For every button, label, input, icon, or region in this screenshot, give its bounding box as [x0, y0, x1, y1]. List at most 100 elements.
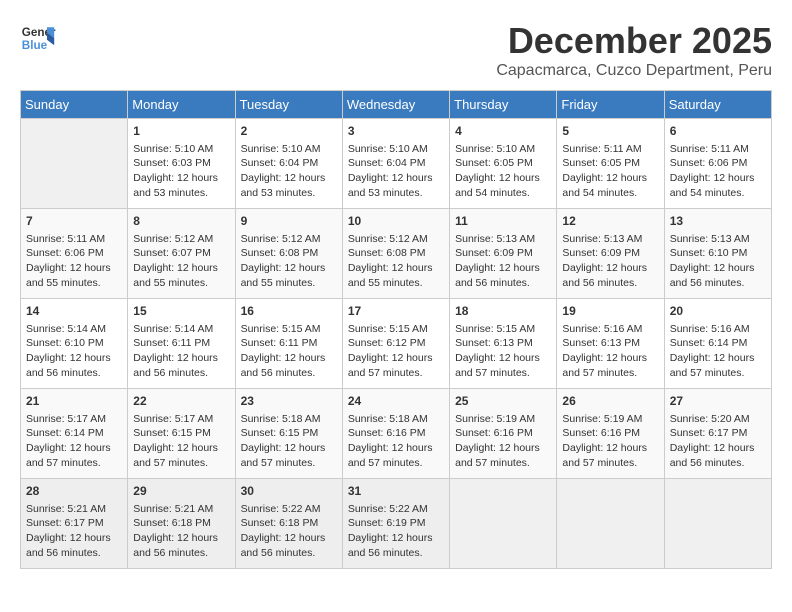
day-number: 7: [26, 213, 122, 230]
cell-content-line: Sunset: 6:14 PM: [670, 336, 766, 351]
cell-content-line: Sunrise: 5:20 AM: [670, 412, 766, 427]
day-number: 20: [670, 303, 766, 320]
cell-content-line: Daylight: 12 hours: [26, 261, 122, 276]
cell-content-line: Daylight: 12 hours: [26, 351, 122, 366]
cell-content-line: Sunrise: 5:22 AM: [348, 502, 444, 517]
day-header-tuesday: Tuesday: [235, 91, 342, 119]
cell-content-line: Sunset: 6:07 PM: [133, 246, 229, 261]
calendar-cell: 8Sunrise: 5:12 AMSunset: 6:07 PMDaylight…: [128, 209, 235, 299]
day-number: 24: [348, 393, 444, 410]
cell-content-line: and 55 minutes.: [26, 276, 122, 291]
day-number: 2: [241, 123, 337, 140]
day-number: 18: [455, 303, 551, 320]
day-number: 13: [670, 213, 766, 230]
cell-content-line: Sunset: 6:10 PM: [26, 336, 122, 351]
subtitle: Capacmarca, Cuzco Department, Peru: [496, 62, 772, 80]
day-number: 28: [26, 483, 122, 500]
cell-content-line: and 56 minutes.: [670, 276, 766, 291]
cell-content-line: and 56 minutes.: [455, 276, 551, 291]
cell-content-line: and 56 minutes.: [241, 366, 337, 381]
calendar-cell: 9Sunrise: 5:12 AMSunset: 6:08 PMDaylight…: [235, 209, 342, 299]
day-number: 19: [562, 303, 658, 320]
cell-content-line: and 57 minutes.: [670, 366, 766, 381]
day-number: 25: [455, 393, 551, 410]
cell-content-line: Daylight: 12 hours: [670, 171, 766, 186]
cell-content-line: Daylight: 12 hours: [348, 351, 444, 366]
calendar-cell: 27Sunrise: 5:20 AMSunset: 6:17 PMDayligh…: [664, 389, 771, 479]
day-number: 4: [455, 123, 551, 140]
cell-content-line: Daylight: 12 hours: [241, 171, 337, 186]
cell-content-line: and 56 minutes.: [562, 276, 658, 291]
calendar-cell: [557, 479, 664, 569]
cell-content-line: Sunset: 6:04 PM: [348, 156, 444, 171]
calendar-cell: 31Sunrise: 5:22 AMSunset: 6:19 PMDayligh…: [342, 479, 449, 569]
cell-content-line: Daylight: 12 hours: [241, 531, 337, 546]
cell-content-line: Daylight: 12 hours: [670, 441, 766, 456]
cell-content-line: Daylight: 12 hours: [133, 351, 229, 366]
cell-content-line: Sunset: 6:16 PM: [348, 426, 444, 441]
cell-content-line: Sunrise: 5:21 AM: [133, 502, 229, 517]
calendar-cell: 7 Sunrise: 5:11 AMSunset: 6:06 PMDaylight…: [21, 209, 128, 299]
cell-content-line: Sunrise: 5:11 AM: [26, 232, 122, 247]
cell-content-line: Sunrise: 5:15 AM: [455, 322, 551, 337]
cell-content-line: and 55 minutes.: [348, 276, 444, 291]
cell-content-line: Daylight: 12 hours: [26, 441, 122, 456]
cell-content-line: Sunrise: 5:19 AM: [455, 412, 551, 427]
cell-content-line: Daylight: 12 hours: [348, 531, 444, 546]
cell-content-line: Sunset: 6:05 PM: [455, 156, 551, 171]
cell-content-line: Sunrise: 5:13 AM: [562, 232, 658, 247]
cell-content-line: Sunrise: 5:14 AM: [133, 322, 229, 337]
day-number: 14: [26, 303, 122, 320]
calendar-cell: 17Sunrise: 5:15 AMSunset: 6:12 PMDayligh…: [342, 299, 449, 389]
cell-content-line: Daylight: 12 hours: [562, 351, 658, 366]
cell-content-line: Sunset: 6:09 PM: [562, 246, 658, 261]
cell-content-line: Sunset: 6:13 PM: [562, 336, 658, 351]
cell-content-line: Sunrise: 5:10 AM: [348, 142, 444, 157]
cell-content-line: and 54 minutes.: [670, 186, 766, 201]
week-row: 28Sunrise: 5:21 AMSunset: 6:17 PMDayligh…: [21, 479, 772, 569]
cell-content-line: Daylight: 12 hours: [670, 261, 766, 276]
cell-content-line: Sunset: 6:13 PM: [455, 336, 551, 351]
day-number: 29: [133, 483, 229, 500]
cell-content-line: Sunset: 6:16 PM: [562, 426, 658, 441]
calendar-cell: [21, 119, 128, 209]
cell-content-line: Sunset: 6:04 PM: [241, 156, 337, 171]
cell-content-line: Sunset: 6:15 PM: [133, 426, 229, 441]
day-header-thursday: Thursday: [450, 91, 557, 119]
cell-content-line: Sunrise: 5:15 AM: [241, 322, 337, 337]
cell-content-line: Sunset: 6:03 PM: [133, 156, 229, 171]
cell-content-line: Daylight: 12 hours: [348, 261, 444, 276]
cell-content-line: and 57 minutes.: [241, 456, 337, 471]
cell-content-line: and 54 minutes.: [562, 186, 658, 201]
cell-content-line: Sunrise: 5:21 AM: [26, 502, 122, 517]
cell-content-line: and 56 minutes.: [348, 546, 444, 561]
week-row: 1Sunrise: 5:10 AMSunset: 6:03 PMDaylight…: [21, 119, 772, 209]
cell-content-line: Sunrise: 5:16 AM: [670, 322, 766, 337]
week-row: 21Sunrise: 5:17 AMSunset: 6:14 PMDayligh…: [21, 389, 772, 479]
cell-content-line: Sunrise: 5:13 AM: [670, 232, 766, 247]
cell-content-line: Daylight: 12 hours: [455, 171, 551, 186]
calendar-cell: 3Sunrise: 5:10 AMSunset: 6:04 PMDaylight…: [342, 119, 449, 209]
calendar-cell: 12Sunrise: 5:13 AMSunset: 6:09 PMDayligh…: [557, 209, 664, 299]
cell-content-line: Daylight: 12 hours: [133, 171, 229, 186]
cell-content-line: Sunrise: 5:14 AM: [26, 322, 122, 337]
day-header-friday: Friday: [557, 91, 664, 119]
cell-content-line: Sunset: 6:06 PM: [26, 246, 122, 261]
cell-content-line: and 57 minutes.: [26, 456, 122, 471]
cell-content-line: and 56 minutes.: [26, 366, 122, 381]
day-number: 1: [133, 123, 229, 140]
cell-content-line: and 53 minutes.: [348, 186, 444, 201]
logo-icon: General Blue: [20, 20, 56, 56]
title-area: December 2025 Capacmarca, Cuzco Departme…: [496, 20, 772, 80]
cell-content-line: Sunset: 6:11 PM: [133, 336, 229, 351]
cell-content-line: and 53 minutes.: [241, 186, 337, 201]
calendar-cell: 22Sunrise: 5:17 AMSunset: 6:15 PMDayligh…: [128, 389, 235, 479]
day-number: 23: [241, 393, 337, 410]
cell-content-line: and 55 minutes.: [133, 276, 229, 291]
calendar-cell: 6Sunrise: 5:11 AMSunset: 6:06 PMDaylight…: [664, 119, 771, 209]
cell-content-line: and 56 minutes.: [133, 546, 229, 561]
cell-content-line: Sunrise: 5:19 AM: [562, 412, 658, 427]
cell-content-line: Sunrise: 5:16 AM: [562, 322, 658, 337]
day-number: 15: [133, 303, 229, 320]
cell-content-line: Sunrise: 5:15 AM: [348, 322, 444, 337]
